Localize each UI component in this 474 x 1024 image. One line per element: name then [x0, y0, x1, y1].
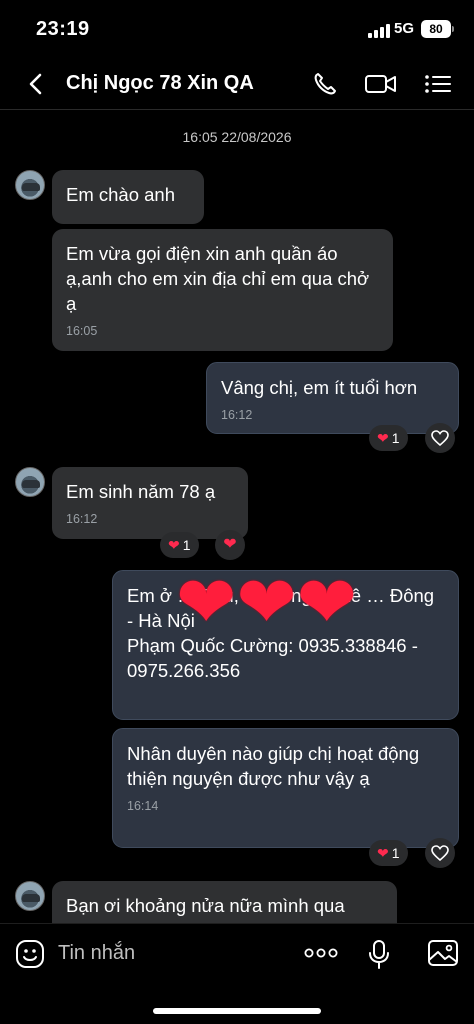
chat-header: Chị Ngọc 78 Xin QA — [0, 58, 474, 110]
heart-sticker: ❤❤❤ — [176, 563, 357, 643]
message-text: Em vừa gọi điện xin anh quần áo ạ,anh ch… — [66, 243, 370, 314]
like-button[interactable] — [425, 423, 455, 453]
message-bubble[interactable]: Em vừa gọi điện xin anh quần áo ạ,anh ch… — [52, 229, 393, 351]
message-bubble[interactable]: Em sinh năm 78 ạ 16:12 — [52, 467, 248, 539]
chat-area[interactable]: 16:05 22/08/2026 Em chào anh Em vừa gọi … — [0, 111, 474, 923]
message-text: Vâng chị, em ít tuổi hơn — [221, 377, 418, 398]
message-text: Em sinh năm 78 ạ — [66, 481, 216, 502]
phone-icon[interactable] — [311, 70, 341, 98]
like-button[interactable]: ❤ — [215, 530, 245, 560]
avatar[interactable] — [15, 170, 45, 200]
image-icon[interactable] — [427, 938, 459, 973]
home-indicator[interactable] — [153, 1008, 321, 1014]
message-input-bar: Tin nhắn — [0, 923, 474, 983]
message-time: 16:05 — [66, 324, 98, 338]
reaction-badge[interactable]: ❤ 1 — [369, 425, 408, 451]
signal-icon — [368, 24, 390, 38]
message-time: 16:12 — [66, 512, 98, 526]
avatar[interactable] — [15, 881, 45, 911]
video-camera-icon[interactable] — [364, 70, 398, 98]
heart-icon: ❤ — [377, 430, 389, 446]
avatar[interactable] — [15, 467, 45, 497]
chevron-left-icon[interactable] — [22, 70, 50, 98]
battery-icon: 80 — [421, 20, 451, 38]
like-button[interactable] — [425, 838, 455, 868]
reaction-count: 1 — [391, 845, 400, 861]
message-bubble[interactable]: Vâng chị, em ít tuổi hơn 16:12 — [206, 362, 459, 434]
reaction-badge[interactable]: ❤ 1 — [369, 840, 408, 866]
message-time: 16:12 — [221, 408, 253, 422]
heart-outline-icon — [431, 430, 449, 447]
more-dots-icon[interactable] — [303, 940, 339, 971]
chat-title[interactable]: Chị Ngọc 78 Xin QA — [66, 72, 254, 95]
heart-outline-icon — [431, 845, 449, 862]
message-input[interactable]: Tin nhắn — [58, 942, 135, 965]
heart-filled-icon: ❤ — [223, 536, 237, 553]
message-bubble[interactable]: Em chào anh — [52, 170, 204, 224]
message-text: Bạn ơi khoảng nửa nữa mình qua — [66, 895, 345, 916]
reaction-badge[interactable]: ❤ 1 — [160, 532, 199, 558]
message-bubble[interactable]: Bạn ơi khoảng nửa nữa mình qua — [52, 881, 397, 923]
list-menu-icon[interactable] — [423, 70, 453, 98]
message-bubble[interactable]: Nhân duyên nào giúp chị hoạt động thiện … — [112, 728, 459, 848]
message-text: Em chào anh — [66, 184, 176, 205]
status-bar: 23:19 5G 80 — [0, 0, 474, 58]
message-time: 16:14 — [127, 799, 159, 813]
reaction-count: 1 — [391, 430, 400, 446]
battery-tip — [452, 26, 454, 32]
heart-icon: ❤ — [377, 845, 389, 861]
message-text: Nhân duyên nào giúp chị hoạt động thiện … — [127, 743, 420, 789]
reaction-count: 1 — [182, 537, 191, 553]
emoji-icon[interactable] — [14, 938, 46, 975]
status-time: 23:19 — [36, 18, 90, 40]
chat-timestamp: 16:05 22/08/2026 — [182, 129, 292, 145]
heart-icon: ❤ — [168, 537, 180, 553]
network-label: 5G — [394, 20, 415, 37]
microphone-icon[interactable] — [366, 938, 392, 975]
